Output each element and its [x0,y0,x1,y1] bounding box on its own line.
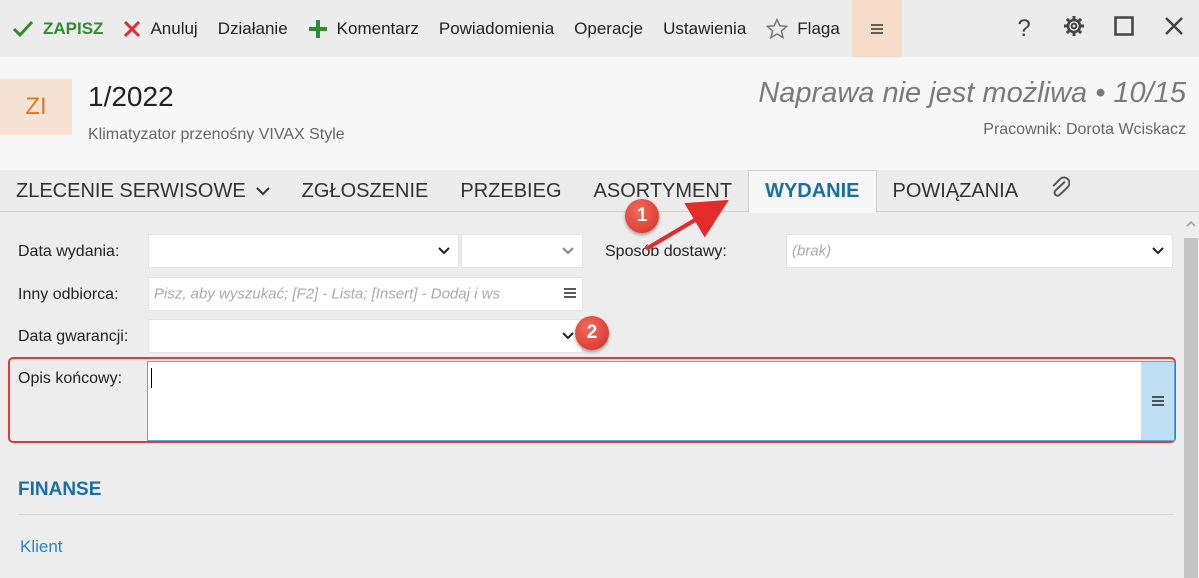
flag-label: Flaga [797,18,840,38]
document-subtitle: Klimatyzator przenośny VIVAX Style [88,126,345,143]
action-label: Działanie [217,18,288,38]
tab-label: PRZEBIEG [460,179,562,202]
notifications-label: Powiadomienia [438,18,555,38]
data-gwarancji-field[interactable] [148,319,583,353]
action-button[interactable]: Działanie [208,0,298,57]
scrollbar-thumb[interactable] [1184,238,1198,578]
tab-przebieg[interactable]: PRZEBIEG [444,170,577,212]
worker-info: Pracownik: Dorota Wciskacz [983,121,1186,138]
inny-odbiorca-input[interactable]: Pisz, aby wyszukać; [F2] - Lista; [Inser… [148,277,583,311]
sposob-dostawy-placeholder: (brak) [792,242,832,260]
star-icon [766,18,789,39]
tab-label: POWIĄZANIA [892,179,1019,202]
tab-bar: ZLECENIE SERWISOWE ZGŁOSZENIE PRZEBIEG A… [0,170,1199,213]
tab-label: WYDANIE [765,180,860,202]
document-status: Naprawa nie jest możliwa • 10/15 [758,77,1186,109]
help-button[interactable]: ? [999,0,1049,57]
flag-button[interactable]: Flaga [756,0,850,57]
chevron-down-icon [438,247,450,255]
window-controls: ? [999,0,1199,57]
data-gwarancji-label: Data gwarancji: [18,328,129,345]
check-icon [12,20,34,38]
tab-label: ZGŁOSZENIE [301,179,429,202]
text-cursor [151,368,152,388]
list-icon[interactable] [1141,362,1174,440]
close-icon [123,20,141,38]
paperclip-icon [1050,174,1071,208]
save-label: ZAPISZ [43,18,104,38]
data-wydania-date-field[interactable] [148,234,459,268]
settings-label: Ustawienia [663,18,747,38]
annotation-marker-1: 1 [625,199,659,233]
gear-icon [1063,15,1085,42]
comment-button[interactable]: Komentarz [298,0,429,57]
annotation-marker-2: 2 [575,316,609,350]
chevron-down-icon [562,247,574,255]
section-divider [18,514,1173,515]
sposob-dostawy-select[interactable]: (brak) [786,234,1173,268]
operations-button[interactable]: Operacje [564,0,653,57]
tab-wydanie[interactable]: WYDANIE [748,170,877,213]
close-window-icon [1164,16,1184,41]
tab-powiazania[interactable]: POWIĄZANIA [877,170,1035,212]
finanse-section-title: FINANSE [18,479,102,500]
settings-button[interactable] [1049,0,1099,57]
save-button[interactable]: ZAPISZ [0,0,113,57]
document-number: 1/2022 [88,81,174,112]
tab-label: ZLECENIE SERWISOWE [16,179,246,202]
inny-odbiorca-placeholder: Pisz, aby wyszukać; [F2] - Lista; [Inser… [154,285,500,303]
settings-menu-button[interactable]: Ustawienia [653,0,756,57]
cancel-label: Anuluj [150,18,198,38]
hamburger-icon [870,19,883,39]
comment-label: Komentarz [336,18,419,38]
cancel-button[interactable]: Anuluj [113,0,207,57]
opis-koncowy-textarea[interactable] [147,361,1175,441]
maximize-button[interactable] [1099,0,1149,57]
more-menu-button[interactable] [851,0,902,57]
plus-icon [308,19,328,39]
chevron-down-icon [562,332,574,340]
close-window-button[interactable] [1149,0,1199,57]
maximize-icon [1114,16,1134,41]
notifications-button[interactable]: Powiadomienia [429,0,564,57]
tab-attachments[interactable] [1034,170,1086,212]
tab-zlecenie-serwisowe[interactable]: ZLECENIE SERWISOWE [0,170,286,212]
chevron-down-icon [255,186,270,196]
document-header: ZI 1/2022 Klimatyzator przenośny VIVAX S… [0,57,1199,170]
toolbar: ZAPISZ Anuluj Działanie Komentarz Powiad… [0,0,1199,57]
sposob-dostawy-label: Sposób dostawy: [605,243,727,260]
opis-koncowy-label: Opis końcowy: [18,370,123,387]
scroll-up-icon[interactable] [1186,219,1196,230]
help-icon: ? [1017,14,1031,42]
tab-zgloszenie[interactable]: ZGŁOSZENIE [286,170,445,212]
document-type-badge: ZI [0,79,72,135]
chevron-down-icon [1152,247,1164,255]
operations-label: Operacje [574,18,644,38]
inny-odbiorca-label: Inny odbiorca: [18,286,119,303]
klient-link[interactable]: Klient [20,537,63,557]
data-wydania-time-field[interactable] [461,234,583,268]
data-wydania-label: Data wydania: [18,243,120,260]
list-icon[interactable] [564,285,576,303]
tab-label: ASORTYMENT [593,179,733,202]
tab-asortyment[interactable]: ASORTYMENT [578,170,749,212]
